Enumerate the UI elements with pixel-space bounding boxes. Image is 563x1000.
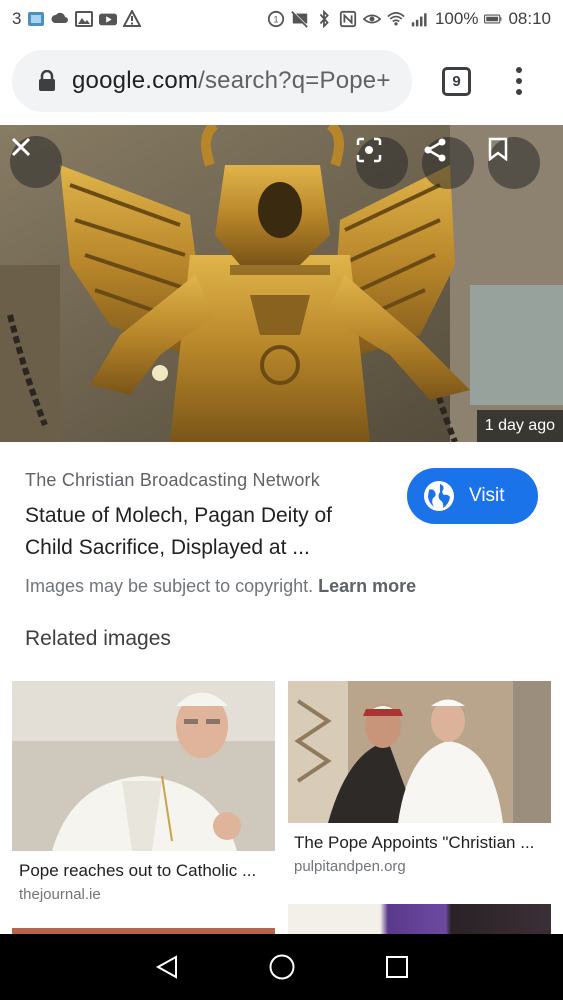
time-ago-label: 1 day ago <box>484 417 555 434</box>
related-caption: Pope reaches out to Catholic ... <box>19 861 257 880</box>
lens-search-button[interactable] <box>356 137 408 189</box>
copyright-notice: Images may be subject to copyright. Lear… <box>25 576 416 597</box>
share-button[interactable] <box>422 137 474 189</box>
cloud-notification-icon <box>51 12 69 23</box>
result-title[interactable]: Statue of Molech, Pagan Deity of Child S… <box>25 500 385 564</box>
data-saver-icon: 1 <box>267 10 285 28</box>
close-button[interactable] <box>10 136 62 188</box>
eye-comfort-icon <box>362 14 381 24</box>
copyright-text: Images may be subject to copyright. <box>25 576 314 596</box>
time-badge: 1 day ago <box>476 410 563 442</box>
url-path: /search?q=Pope+ <box>198 67 391 94</box>
related-thumbnail[interactable] <box>12 681 275 851</box>
clock: 08:10 <box>508 9 551 28</box>
nfc-icon <box>339 10 357 28</box>
related-thumbnail[interactable] <box>288 681 551 823</box>
wifi-icon <box>387 12 405 26</box>
related-card[interactable]: Pope reaches out to Catholic ... thejour… <box>12 681 275 911</box>
visit-label: Visit <box>469 485 505 506</box>
statue-illustration <box>0 125 563 442</box>
globe-icon <box>424 481 454 511</box>
back-icon[interactable] <box>154 954 180 980</box>
signal-icon <box>411 13 427 27</box>
pope-photo <box>12 681 275 851</box>
close-icon <box>11 137 31 157</box>
svg-text:1: 1 <box>273 15 278 25</box>
result-title-line1: Statue of Molech, Pagan Deity of <box>25 504 333 527</box>
url-text[interactable]: google.com/search?q=Pope+ <box>72 67 391 95</box>
home-icon[interactable] <box>268 953 296 981</box>
related-domain: thejournal.ie <box>19 886 101 903</box>
related-card[interactable]: The Pope Appoints "Christian ... pulpita… <box>288 681 551 881</box>
hero-image[interactable]: 1 day ago <box>0 125 563 442</box>
gallery-notification-icon <box>75 11 94 27</box>
address-bar[interactable]: google.com/search?q=Pope+ <box>12 50 412 112</box>
battery-percent: 100% <box>434 9 479 28</box>
related-images-heading: Related images <box>25 627 171 650</box>
save-button[interactable] <box>488 137 540 189</box>
system-nav-bar <box>0 934 563 1000</box>
lock-icon <box>39 70 55 91</box>
status-bar: 3 1 100% 08:10 <box>0 0 563 38</box>
learn-more-link[interactable]: Learn more <box>318 576 416 596</box>
embrace-photo <box>288 681 551 823</box>
lens-icon <box>356 137 382 163</box>
related-thumbnail-partial[interactable] <box>288 904 551 934</box>
source-name[interactable]: The Christian Broadcasting Network <box>25 470 320 491</box>
app-notification-icon <box>28 12 45 26</box>
youtube-icon <box>99 13 118 26</box>
share-icon <box>424 138 446 162</box>
overflow-menu-icon[interactable] <box>506 64 532 98</box>
battery-icon <box>484 14 502 24</box>
bluetooth-icon <box>319 10 329 28</box>
screen-cast-off-icon <box>291 10 309 28</box>
notification-count: 3 <box>12 9 22 28</box>
visit-button[interactable]: Visit <box>407 468 538 524</box>
recents-icon[interactable] <box>385 955 409 979</box>
bookmark-icon <box>488 137 508 161</box>
tab-switcher-button[interactable]: 9 <box>442 67 471 96</box>
tab-count-label: 9 <box>452 73 461 90</box>
related-caption: The Pope Appoints "Christian ... <box>294 833 535 852</box>
result-title-line2: Child Sacrifice, Displayed at ... <box>25 536 310 559</box>
related-domain: pulpitandpen.org <box>294 858 406 875</box>
warning-icon <box>123 10 142 27</box>
url-domain: google.com <box>72 67 199 94</box>
